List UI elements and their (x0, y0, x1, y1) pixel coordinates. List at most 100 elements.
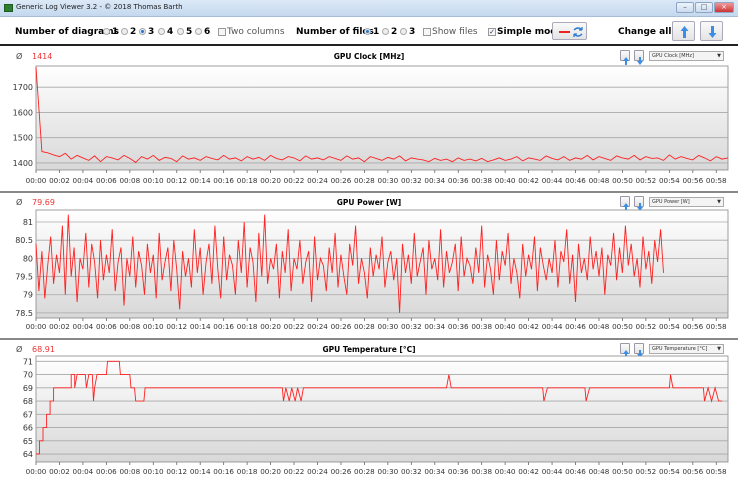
x-tick-label: 00:10 (143, 322, 164, 331)
radio-label: 5 (186, 27, 193, 37)
diagrams-radio-1[interactable] (103, 28, 110, 35)
x-tick-label: 00:12 (166, 322, 187, 331)
radio-label: 3 (409, 27, 416, 37)
radio-label: 3 (148, 27, 155, 37)
y-tick-label: 66 (23, 424, 33, 433)
x-tick-label: 00:08 (119, 322, 140, 331)
x-tick-label: 00:28 (354, 467, 375, 476)
x-tick-label: 00:54 (659, 176, 680, 185)
two-columns-label: Two columns (227, 27, 285, 37)
plot-area (35, 355, 729, 463)
diagrams-radio-4[interactable] (158, 28, 165, 35)
minimize-button[interactable]: – (676, 2, 694, 13)
arrow-down-icon (708, 26, 717, 38)
diagrams-radio-6[interactable] (195, 28, 202, 35)
x-tick-label: 00:26 (331, 176, 352, 185)
y-tick-label: 71 (23, 357, 33, 366)
y-tick-label: 78.5 (15, 309, 33, 318)
show-files-checkbox[interactable] (423, 28, 431, 36)
diagrams-radio-5[interactable] (177, 28, 184, 35)
radio-label: 2 (391, 27, 398, 37)
x-tick-label: 00:12 (166, 467, 187, 476)
x-tick-label: 00:54 (659, 467, 680, 476)
change-all-down-button[interactable] (700, 21, 723, 41)
x-tick-label: 00:16 (213, 322, 234, 331)
chart-gpu-temperature: 64 65 66 67 68 69 70 71 00:00 00:02 00:04 00:06 00:0… (23, 355, 729, 476)
close-button[interactable]: × (714, 2, 734, 13)
x-tick-label: 00:58 (706, 176, 727, 185)
y-tick-label: 1700 (13, 83, 33, 92)
files-radio-2[interactable] (382, 28, 389, 35)
y-tick-label: 79.5 (15, 273, 33, 282)
x-tick-label: 00:32 (401, 322, 422, 331)
x-tick-label: 00:42 (518, 176, 539, 185)
x-tick-label: 00:20 (260, 467, 281, 476)
y-tick-label: 1400 (13, 159, 33, 168)
x-tick-label: 00:34 (424, 176, 445, 185)
window-title: Generic Log Viewer 3.2 - © 2018 Thomas B… (16, 3, 183, 11)
x-tick-label: 00:36 (448, 176, 469, 185)
y-tick-label: 80 (23, 254, 33, 263)
title-bar: Generic Log Viewer 3.2 - © 2018 Thomas B… (0, 0, 738, 17)
y-tick-label: 1500 (13, 134, 33, 143)
x-tick-label: 00:48 (589, 176, 610, 185)
x-tick-label: 00:02 (49, 322, 70, 331)
radio-label: 1 (112, 27, 119, 37)
x-tick-label: 00:06 (96, 176, 117, 185)
x-tick-label: 00:18 (237, 467, 258, 476)
x-tick-label: 00:30 (378, 176, 399, 185)
x-tick-label: 00:42 (518, 322, 539, 331)
x-tick-label: 00:58 (706, 322, 727, 331)
x-tick-label: 00:04 (73, 176, 94, 185)
change-all-up-button[interactable] (672, 21, 695, 41)
plot-area (35, 65, 729, 171)
x-tick-label: 00:44 (542, 467, 563, 476)
x-tick-label: 00:02 (49, 176, 70, 185)
change-all-label: Change all (618, 27, 672, 37)
x-tick-label: 00:20 (260, 176, 281, 185)
chart-panel-gpu-clock: Ø 1414 GPU Clock [MHz] GPU Clock [MHz] ▼ 1… (0, 47, 738, 193)
x-tick-label: 00:24 (307, 467, 328, 476)
radio-label: 6 (204, 27, 211, 37)
x-tick-label: 00:32 (401, 467, 422, 476)
x-tick-label: 00:42 (518, 467, 539, 476)
line-style-button[interactable] (552, 22, 587, 40)
files-label: Number of files (296, 27, 374, 37)
x-tick-label: 00:38 (471, 467, 492, 476)
x-tick-label: 00:32 (401, 176, 422, 185)
maximize-button[interactable]: □ (695, 2, 713, 13)
x-tick-label: 00:50 (612, 322, 633, 331)
plot-area (35, 209, 729, 319)
x-tick-label: 00:30 (378, 467, 399, 476)
x-tick-label: 00:18 (237, 176, 258, 185)
x-tick-label: 00:04 (73, 467, 94, 476)
x-tick-label: 00:44 (542, 176, 563, 185)
y-tick-label: 67 (23, 410, 33, 419)
x-tick-label: 00:44 (542, 322, 563, 331)
x-tick-label: 00:48 (589, 467, 610, 476)
x-tick-label: 00:50 (612, 467, 633, 476)
x-tick-label: 00:28 (354, 176, 375, 185)
x-tick-label: 00:16 (213, 176, 234, 185)
chart-panel-gpu-temperature: Ø 68.91 GPU Temperature [°C] GPU Tempera… (0, 340, 738, 491)
x-tick-label: 00:08 (119, 467, 140, 476)
x-tick-label: 00:34 (424, 322, 445, 331)
two-columns-checkbox[interactable] (218, 28, 226, 36)
x-tick-label: 00:26 (331, 467, 352, 476)
x-tick-label: 00:14 (190, 176, 211, 185)
x-tick-label: 00:36 (448, 467, 469, 476)
diagrams-radio-2[interactable] (121, 28, 128, 35)
simple-mode-checkbox[interactable]: ✓ (488, 28, 496, 36)
diagrams-radio-3[interactable] (139, 28, 146, 35)
x-tick-label: 00:52 (636, 322, 657, 331)
x-tick-label: 00:02 (49, 467, 70, 476)
files-radio-3[interactable] (400, 28, 407, 35)
files-radio-1[interactable] (364, 28, 371, 35)
y-tick-label: 81 (23, 218, 33, 227)
chart-gpu-clock: 1400 1500 1600 1700 00:00 00:02 00:04 00:06 00:0… (13, 65, 729, 185)
radio-label: 4 (167, 27, 174, 37)
y-tick-label: 79 (23, 291, 33, 300)
x-tick-label: 00:54 (659, 322, 680, 331)
y-tick-label: 68 (23, 397, 33, 406)
x-tick-label: 00:48 (589, 322, 610, 331)
